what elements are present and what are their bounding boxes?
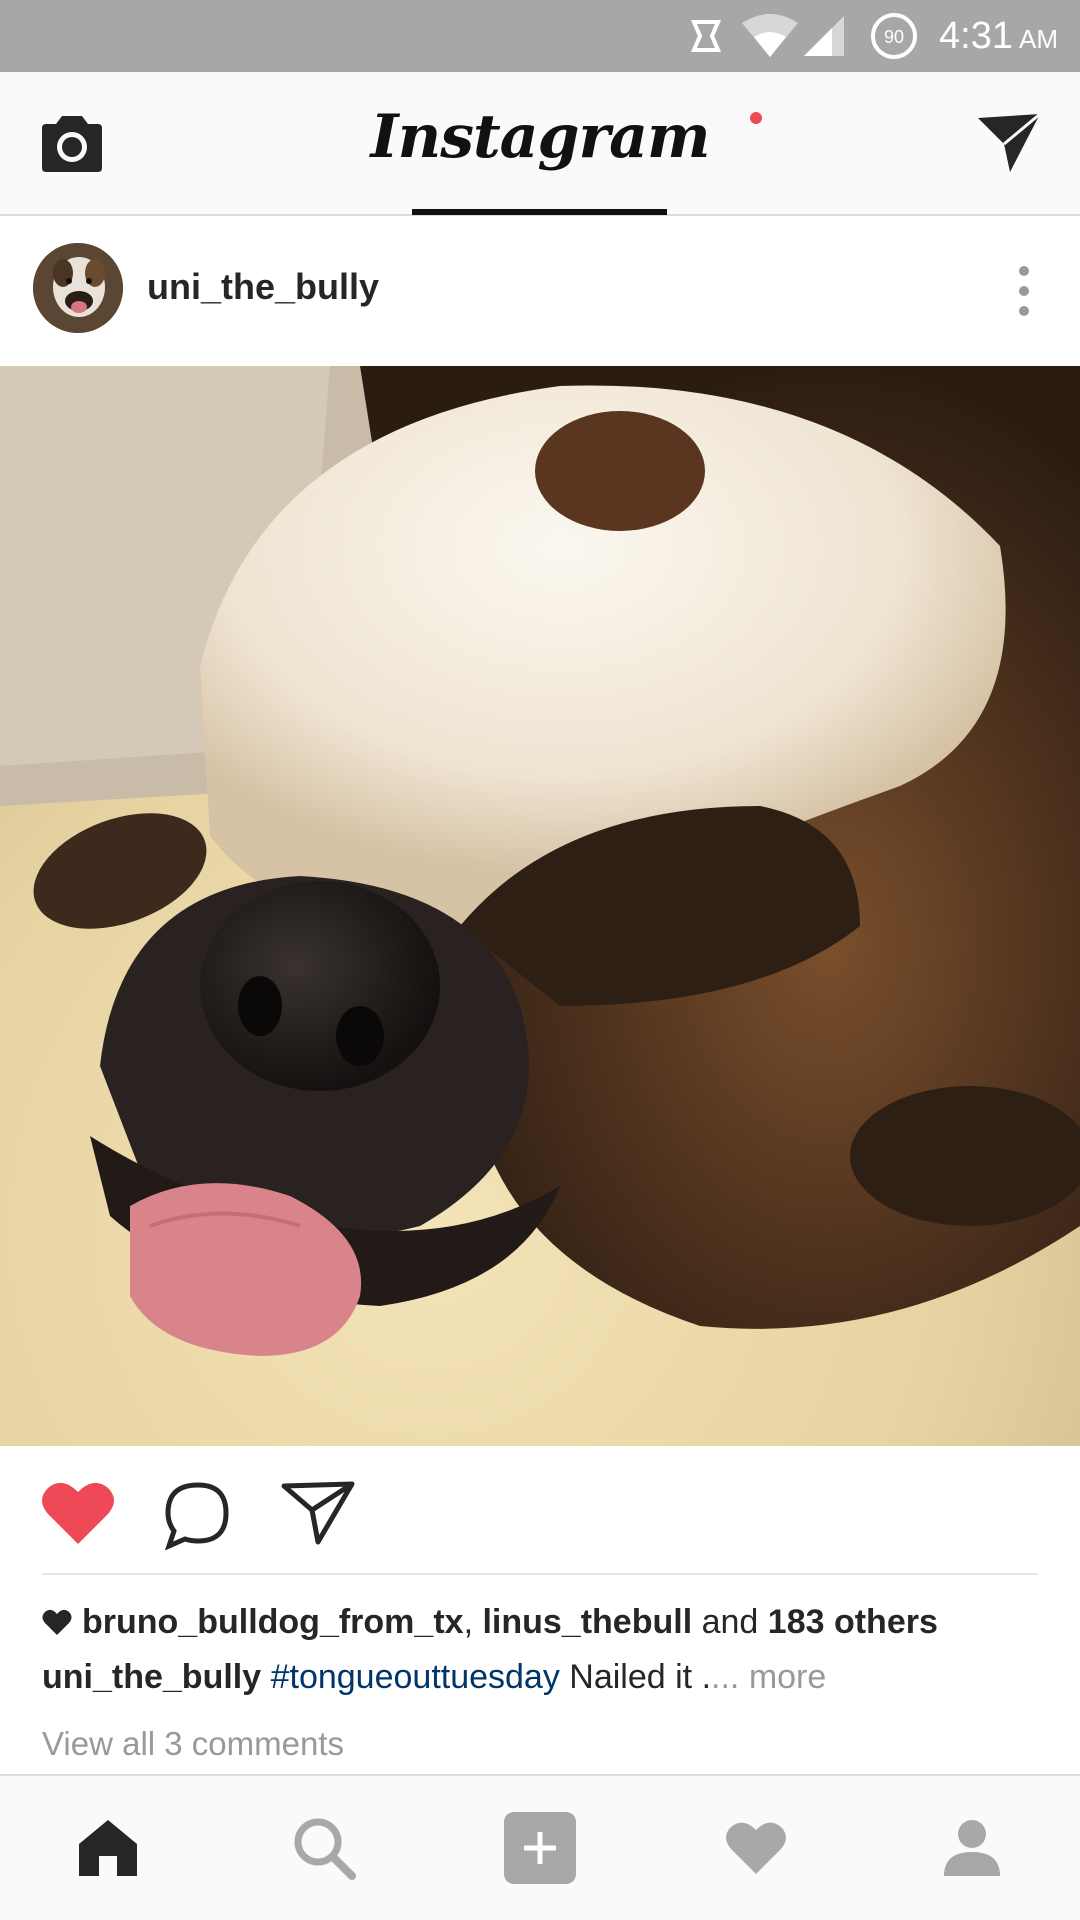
activity-heart-icon[interactable]	[720, 1812, 792, 1884]
ampm-text: AM	[1019, 24, 1058, 54]
post-actions	[0, 1446, 1080, 1574]
caption-more[interactable]: ... more	[711, 1658, 826, 1696]
post-photo[interactable]	[0, 366, 1080, 1446]
instagram-logo[interactable]: Instagram	[0, 102, 1080, 172]
post-header: uni_the_bully	[0, 218, 1080, 366]
notification-dot	[750, 112, 762, 124]
wifi-icon	[740, 0, 800, 72]
status-time: 4:31 AM	[939, 0, 1058, 72]
like-heart-icon[interactable]	[40, 1480, 116, 1546]
more-options-icon[interactable]	[1004, 263, 1044, 319]
view-all-comments-link[interactable]: View all 3 comments	[42, 1725, 344, 1763]
caption: uni_the_bully #tongueouttuesday Nailed i…	[42, 1658, 826, 1697]
likes-and-text: and	[692, 1603, 768, 1641]
likes-others[interactable]: 183 others	[768, 1603, 938, 1641]
caption-hashtag[interactable]: #tongueouttuesday	[271, 1658, 560, 1696]
liker-1[interactable]: bruno_bulldog_from_tx	[82, 1603, 464, 1641]
add-post-icon[interactable]	[504, 1812, 576, 1884]
liker-2[interactable]: linus_thebull	[482, 1603, 692, 1641]
actions-divider	[42, 1573, 1038, 1575]
direct-message-icon[interactable]	[976, 112, 1042, 174]
profile-icon[interactable]	[936, 1812, 1008, 1884]
share-icon[interactable]	[280, 1480, 356, 1546]
search-icon[interactable]	[288, 1812, 360, 1884]
status-bar: 90 4:31 AM	[0, 0, 1080, 72]
caption-text: Nailed it .	[559, 1658, 712, 1696]
caption-author[interactable]: uni_the_bully	[42, 1658, 261, 1696]
notification-icon	[686, 0, 726, 72]
bottom-nav	[0, 1774, 1080, 1920]
likes-heart-icon	[42, 1606, 72, 1636]
post-username[interactable]: uni_the_bully	[147, 266, 379, 308]
likes-summary: bruno_bulldog_from_tx, linus_thebull and…	[42, 1603, 938, 1642]
avatar[interactable]	[33, 243, 123, 333]
time-text: 4:31	[939, 15, 1013, 57]
likes-separator: ,	[463, 1603, 483, 1641]
svg-text:90: 90	[884, 27, 904, 47]
comment-icon[interactable]	[163, 1480, 233, 1551]
logo-underline	[412, 209, 667, 215]
home-icon[interactable]	[72, 1812, 144, 1884]
cell-signal-icon	[802, 0, 846, 72]
battery-icon: 90	[870, 0, 918, 72]
app-bar: Instagram	[0, 72, 1080, 216]
